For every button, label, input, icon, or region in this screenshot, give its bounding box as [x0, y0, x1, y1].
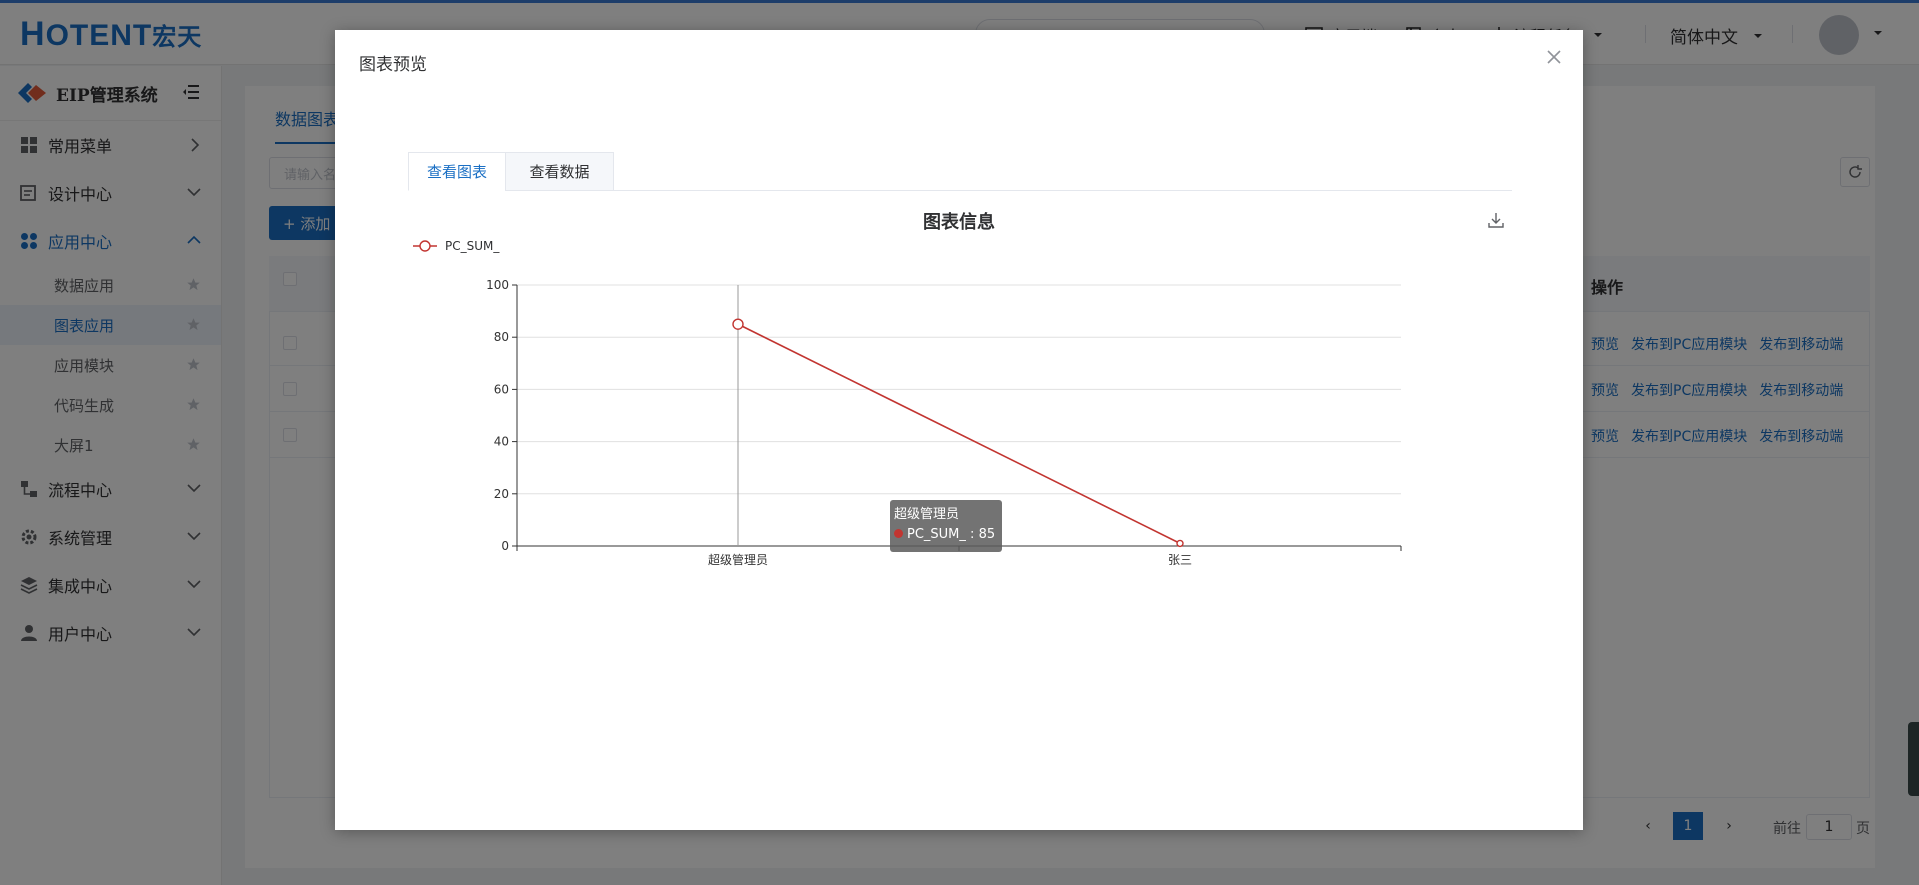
tooltip-title: 超级管理员 [894, 507, 960, 522]
chart-preview-dialog: 图表预览 查看图表 查看数据 图表信息 PC_SUM_ 0 20 40 60 80 100… [335, 30, 1583, 830]
chart-tooltip: 超级管理员 PC_SUM_ : 85 [890, 500, 1002, 552]
tooltip-series-name: PC_SUM_ [907, 527, 966, 542]
y-tick-label: 40 [494, 435, 509, 449]
y-tick-label: 80 [494, 330, 509, 344]
y-tick-label: 20 [494, 487, 509, 501]
x-tick-label: 超级管理员 [708, 552, 768, 567]
y-tick-label: 60 [494, 382, 509, 396]
y-tick-label: 100 [486, 278, 509, 292]
y-tick-label: 0 [501, 539, 509, 553]
data-point [732, 318, 744, 330]
tooltip-series-dot [894, 529, 903, 538]
tooltip-value: 85 [978, 527, 996, 542]
data-point [1176, 539, 1184, 548]
x-tick-label: 张三 [1168, 553, 1192, 567]
